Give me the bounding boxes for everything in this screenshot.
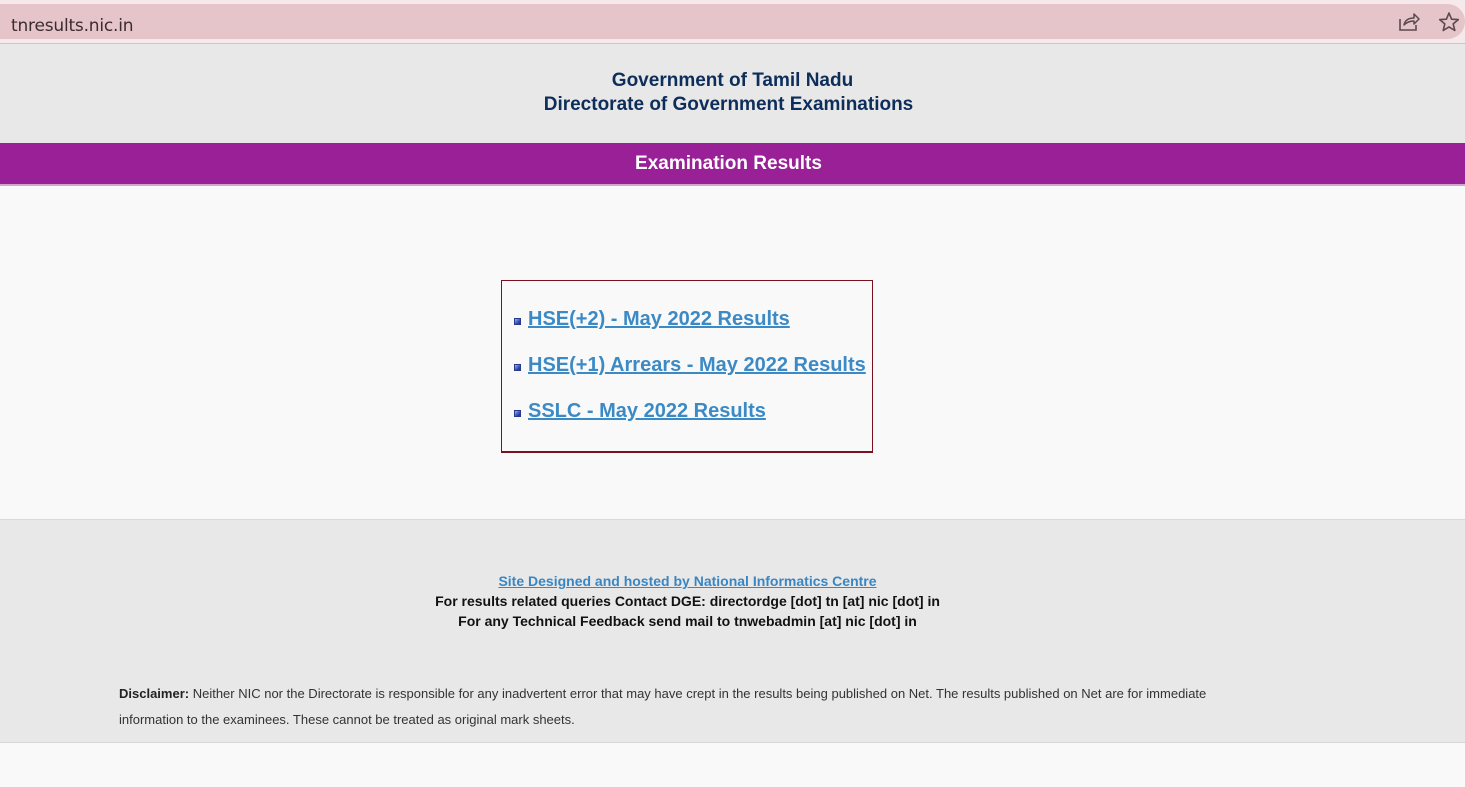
url-text[interactable]: tnresults.nic.in bbox=[11, 16, 134, 36]
star-icon[interactable] bbox=[1438, 11, 1460, 33]
main-content: HSE(+2) - May 2022 Results HSE(+1) Arrea… bbox=[0, 188, 1465, 519]
examination-results-banner: Examination Results bbox=[0, 143, 1465, 186]
header-government-title: Government of Tamil Nadu bbox=[611, 70, 854, 91]
disclaimer-label: Disclaimer: bbox=[119, 686, 190, 701]
results-links-box: HSE(+2) - May 2022 Results HSE(+1) Arrea… bbox=[501, 280, 873, 453]
square-bullet-icon bbox=[514, 364, 521, 371]
site-header: Government of Tamil Nadu Directorate of … bbox=[0, 44, 1465, 143]
share-icon[interactable] bbox=[1398, 12, 1420, 32]
banner-title: Examination Results bbox=[635, 153, 822, 174]
nic-credit-link[interactable]: Site Designed and hosted by National Inf… bbox=[0, 573, 1420, 589]
contact-info: For results related queries Contact DGE:… bbox=[435, 593, 940, 609]
page-bottom bbox=[0, 743, 1465, 787]
header-directorate-title: Directorate of Government Examinations bbox=[543, 94, 914, 115]
site-footer: Site Designed and hosted by National Inf… bbox=[0, 519, 1465, 743]
hse-plus1-arrears-results-link[interactable]: HSE(+1) Arrears - May 2022 Results bbox=[528, 354, 866, 377]
disclaimer: Disclaimer: Neither NIC nor the Director… bbox=[119, 681, 1229, 733]
feedback-info: For any Technical Feedback send mail to … bbox=[458, 613, 917, 629]
hse-plus2-results-link[interactable]: HSE(+2) - May 2022 Results bbox=[528, 308, 790, 331]
sslc-results-link[interactable]: SSLC - May 2022 Results bbox=[528, 400, 766, 423]
browser-address-bar: tnresults.nic.in bbox=[0, 0, 1465, 44]
url-field[interactable]: tnresults.nic.in bbox=[0, 4, 1465, 39]
disclaimer-text: Neither NIC nor the Directorate is respo… bbox=[119, 686, 1207, 727]
square-bullet-icon bbox=[514, 410, 521, 417]
square-bullet-icon bbox=[514, 318, 521, 325]
